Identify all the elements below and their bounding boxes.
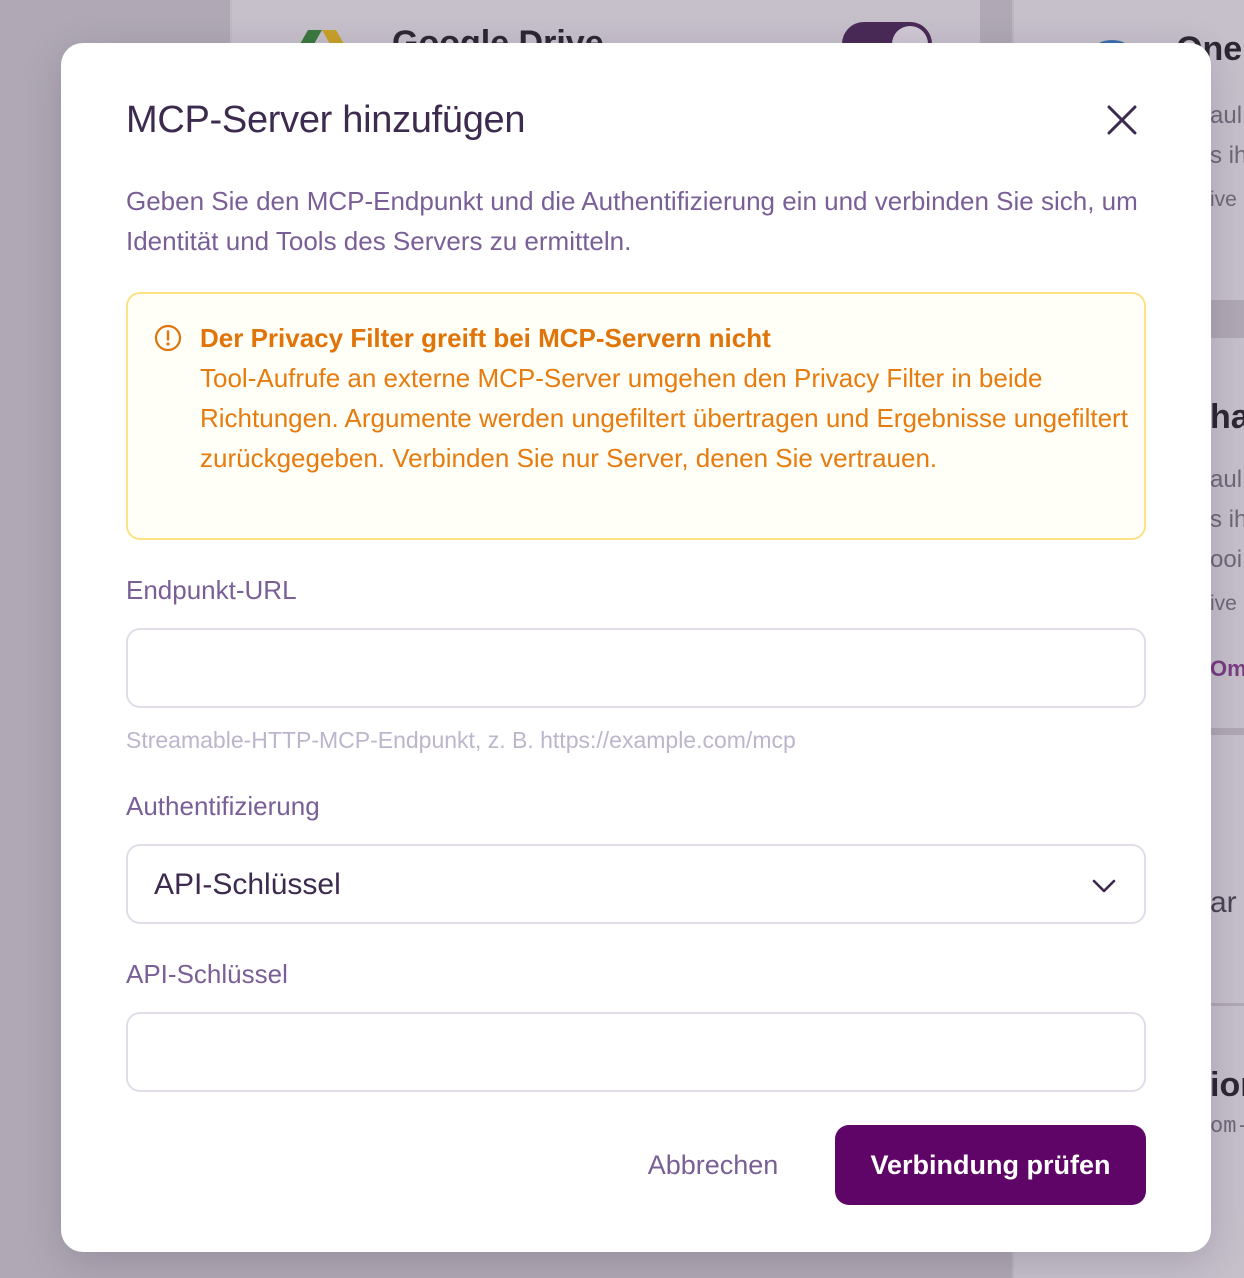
bg-text: ive xyxy=(1210,188,1237,211)
privacy-warning-callout: Der Privacy Filter greift bei MCP-Server… xyxy=(126,292,1146,540)
endpoint-url-input[interactable] xyxy=(126,628,1146,708)
bg-text: ar xyxy=(1210,886,1237,919)
close-icon xyxy=(1107,105,1137,135)
endpoint-url-hint: Streamable-HTTP-MCP-Endpunkt, z. B. http… xyxy=(126,727,796,753)
authentication-select[interactable]: API-Schlüssel xyxy=(126,844,1146,924)
bg-card-title: ior xyxy=(1210,1066,1244,1104)
bg-text: om- xyxy=(1210,1114,1244,1139)
add-mcp-server-dialog: MCP-Server hinzufügen Geben Sie den MCP-… xyxy=(61,43,1211,1252)
warning-body: Tool-Aufrufe an externe MCP-Server umgeh… xyxy=(200,363,1128,473)
bg-link: Om xyxy=(1210,656,1244,681)
bg-text: s ih xyxy=(1210,506,1244,533)
alert-circle-icon xyxy=(154,324,182,352)
dialog-title: MCP-Server hinzufügen xyxy=(126,99,526,141)
endpoint-url-label: Endpunkt-URL xyxy=(126,575,297,605)
verify-connection-button[interactable]: Verbindung prüfen xyxy=(835,1125,1146,1205)
bg-card-title: har xyxy=(1210,398,1244,436)
bg-text: aul xyxy=(1210,466,1243,493)
cancel-button[interactable]: Abbrechen xyxy=(633,1125,793,1205)
close-button[interactable] xyxy=(1101,99,1143,141)
api-key-input[interactable] xyxy=(126,1012,1146,1092)
bg-text: ive xyxy=(1210,592,1237,615)
authentication-selected-value: API-Schlüssel xyxy=(154,868,341,901)
warning-title: Der Privacy Filter greift bei MCP-Server… xyxy=(200,323,771,353)
bg-text: ooi xyxy=(1210,546,1243,573)
api-key-label: API-Schlüssel xyxy=(126,959,288,989)
authentication-label: Authentifizierung xyxy=(126,791,320,821)
chevron-down-icon xyxy=(1092,879,1116,893)
bg-text: s ih xyxy=(1210,142,1244,169)
bg-text: aul xyxy=(1210,102,1243,129)
dialog-description: Geben Sie den MCP-Endpunkt und die Authe… xyxy=(126,186,1138,256)
